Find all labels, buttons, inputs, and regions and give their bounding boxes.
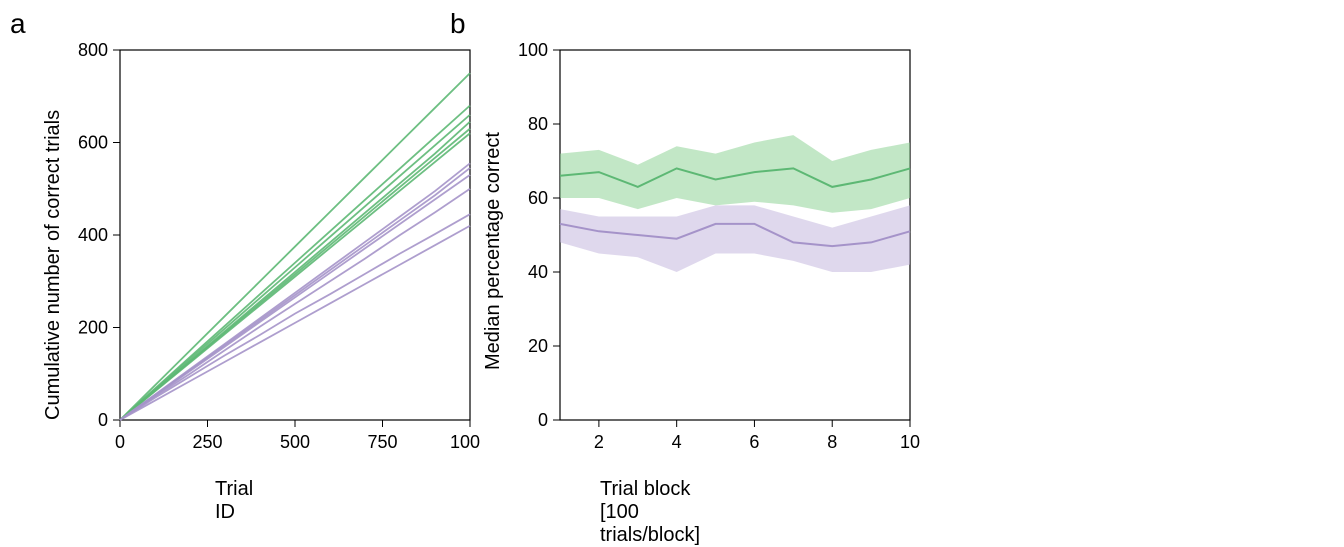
svg-text:20: 20: [528, 336, 548, 356]
panel-a-plot: 0 250 500 750 1000 0 200 400 600 800: [60, 20, 480, 500]
svg-text:600: 600: [78, 133, 108, 153]
svg-text:800: 800: [78, 40, 108, 60]
svg-text:4: 4: [672, 432, 682, 452]
panel-b-plot: 246810020406080100: [500, 20, 920, 500]
svg-text:1000: 1000: [450, 432, 480, 452]
svg-text:0: 0: [115, 432, 125, 452]
svg-text:750: 750: [367, 432, 397, 452]
svg-text:60: 60: [528, 188, 548, 208]
svg-text:200: 200: [78, 318, 108, 338]
panel-a-xlabel: Trial ID: [215, 478, 253, 524]
svg-text:6: 6: [749, 432, 759, 452]
panel-b-xlabel: Trial block [100 trials/block]: [600, 478, 700, 547]
svg-text:100: 100: [518, 40, 548, 60]
svg-text:10: 10: [900, 432, 920, 452]
svg-text:400: 400: [78, 225, 108, 245]
figure: a Cumulative number of correct trials 02…: [0, 0, 1344, 528]
panel-a-label: a: [10, 8, 26, 40]
svg-text:8: 8: [827, 432, 837, 452]
svg-text:0: 0: [98, 410, 108, 430]
svg-text:2: 2: [594, 432, 604, 452]
panel-b-label: b: [450, 8, 466, 40]
svg-text:40: 40: [528, 262, 548, 282]
svg-text:250: 250: [192, 432, 222, 452]
svg-text:500: 500: [280, 432, 310, 452]
svg-text:0: 0: [538, 410, 548, 430]
svg-text:80: 80: [528, 114, 548, 134]
